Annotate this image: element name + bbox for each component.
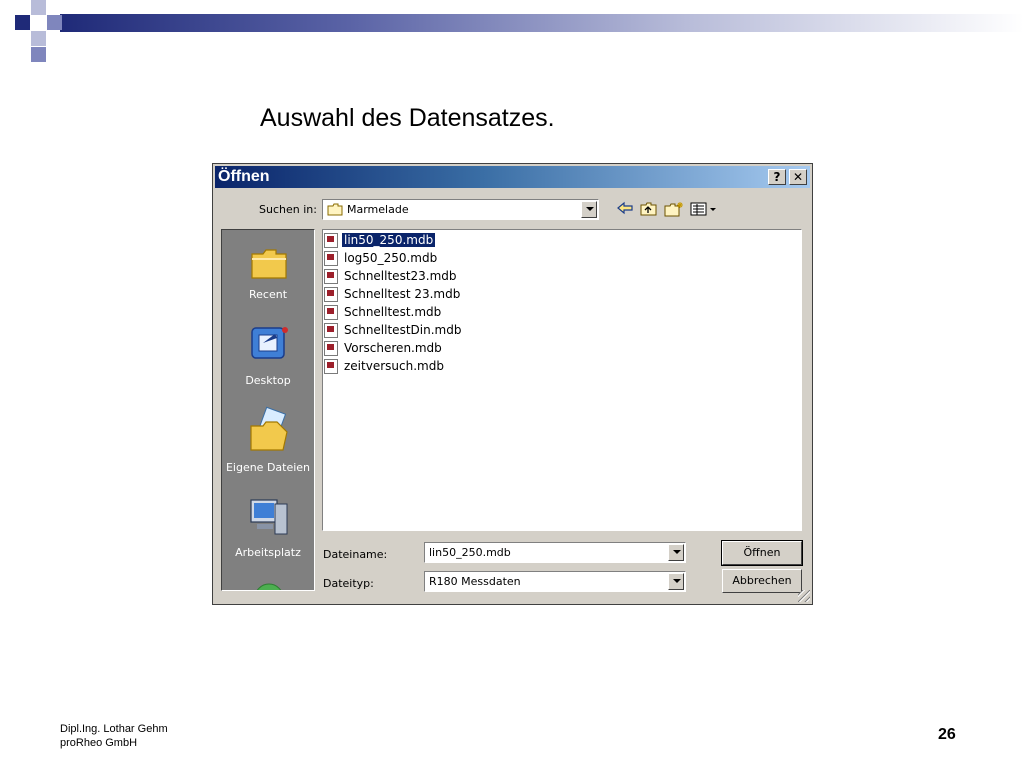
look-in-value: Marmelade	[347, 203, 409, 216]
place-label: Arbeitsplatz	[235, 546, 301, 559]
view-menu-icon[interactable]	[690, 201, 718, 219]
place-my-documents[interactable]: Eigene Dateien	[222, 406, 314, 474]
dialog-title: Öffnen	[218, 168, 270, 185]
chevron-down-icon[interactable]	[668, 544, 684, 561]
back-arrow-icon[interactable]	[615, 201, 635, 219]
folder-icon	[327, 203, 343, 216]
file-name: Schnelltest23.mdb	[344, 269, 457, 283]
access-db-icon	[324, 233, 338, 248]
file-list[interactable]: lin50_250.mdb log50_250.mdb Schnelltest2…	[322, 229, 802, 531]
file-name: Schnelltest.mdb	[344, 305, 442, 319]
network-icon	[256, 583, 282, 590]
slide-title: Auswahl des Datensatzes.	[260, 104, 555, 132]
filename-label: Dateiname:	[323, 548, 388, 561]
filetype-dropdown[interactable]: R180 Messdaten	[424, 571, 686, 592]
access-db-icon	[324, 287, 338, 302]
file-name: Schnelltest 23.mdb	[344, 287, 461, 301]
deco-square-2	[31, 0, 46, 15]
file-name: lin50_250.mdb	[340, 232, 437, 248]
recent-folder-icon	[251, 249, 287, 279]
help-button[interactable]: ?	[768, 169, 786, 185]
filetype-value: R180 Messdaten	[429, 575, 521, 588]
place-label: Eigene Dateien	[225, 461, 311, 474]
footer-author: Dipl.Ing. Lothar Gehm	[60, 723, 168, 735]
place-my-computer[interactable]: Arbeitsplatz	[222, 494, 314, 559]
access-db-icon	[324, 269, 338, 284]
look-in-dropdown[interactable]: Marmelade	[322, 199, 599, 220]
new-folder-icon[interactable]	[664, 201, 684, 219]
file-name: zeitversuch.mdb	[344, 359, 444, 373]
deco-square-4	[31, 31, 46, 46]
page-number: 26	[938, 726, 956, 743]
file-name: SchnelltestDin.mdb	[344, 323, 462, 337]
open-file-dialog: Öffnen ? ✕ Suchen in: Marmelade Recent D…	[212, 163, 813, 605]
filetype-label: Dateityp:	[323, 577, 374, 590]
filename-field[interactable]: lin50_250.mdb	[424, 542, 686, 563]
place-network-partial[interactable]	[222, 580, 314, 590]
access-db-icon	[324, 323, 338, 338]
my-computer-icon	[250, 499, 288, 535]
access-db-icon	[324, 251, 338, 266]
footer-credit: Dipl.Ing. Lothar Gehm proRheo GmbH	[60, 722, 168, 750]
look-in-label: Suchen in:	[259, 203, 317, 216]
deco-square-5	[31, 47, 46, 62]
file-name: log50_250.mdb	[344, 251, 438, 265]
desktop-icon	[251, 327, 288, 359]
resize-grip[interactable]	[798, 590, 810, 602]
chevron-down-icon[interactable]	[668, 573, 684, 590]
cancel-button[interactable]: Abbrechen	[722, 569, 802, 593]
access-db-icon	[324, 359, 338, 374]
filename-value: lin50_250.mdb	[429, 546, 511, 559]
chevron-down-icon[interactable]	[581, 201, 597, 218]
up-folder-icon[interactable]	[639, 201, 659, 219]
place-desktop[interactable]: Desktop	[222, 322, 314, 387]
places-bar: Recent Desktop Eigene Dateien Arbeitspla…	[221, 229, 315, 591]
place-label: Recent	[248, 288, 288, 301]
deco-square-3	[47, 15, 62, 30]
footer-company: proRheo GmbH	[60, 737, 138, 749]
dialog-titlebar[interactable]: Öffnen ? ✕	[215, 166, 810, 188]
my-documents-icon	[250, 406, 288, 451]
access-db-icon	[324, 341, 338, 356]
open-button[interactable]: Öffnen	[721, 540, 803, 566]
close-button[interactable]: ✕	[789, 169, 807, 185]
file-name: Vorscheren.mdb	[344, 341, 442, 355]
deco-square-1	[15, 15, 30, 30]
access-db-icon	[324, 305, 338, 320]
place-recent[interactable]: Recent	[222, 244, 314, 301]
place-label: Desktop	[245, 374, 291, 387]
header-gradient-bar	[60, 14, 1024, 32]
